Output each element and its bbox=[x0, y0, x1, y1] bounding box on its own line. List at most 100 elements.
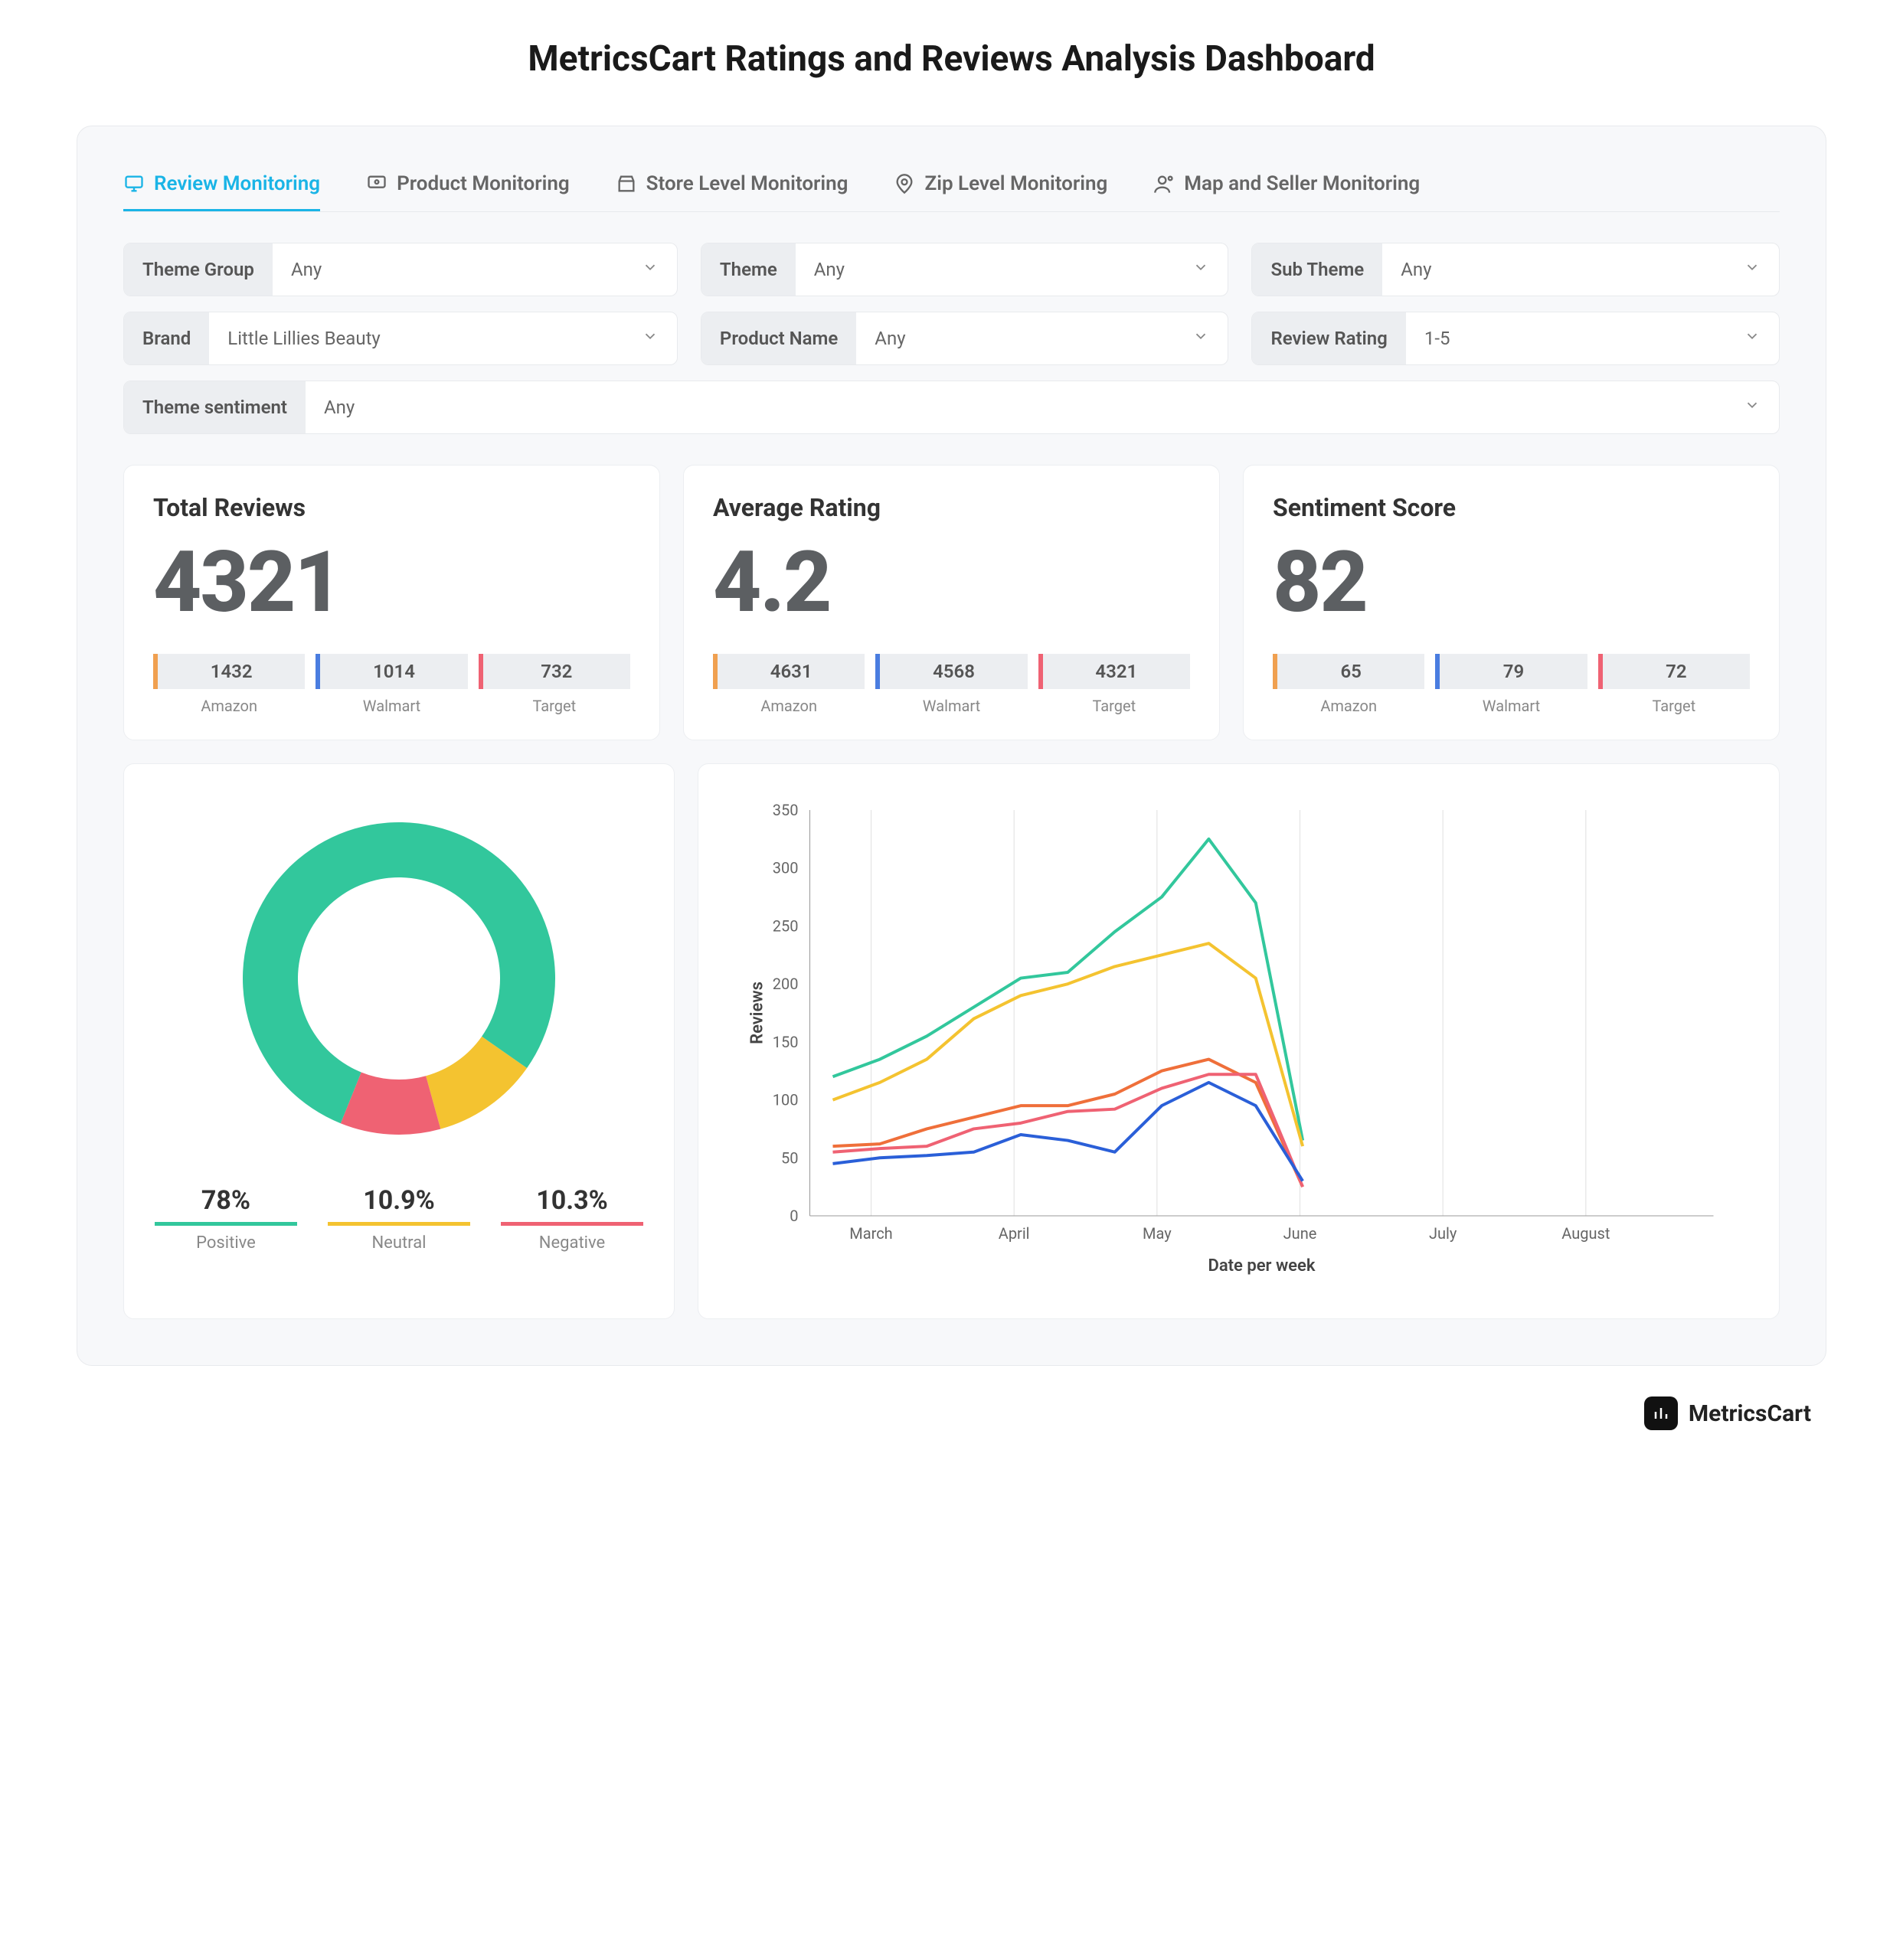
tab-map-seller-monitoring[interactable]: Map and Seller Monitoring bbox=[1153, 165, 1420, 211]
donut-legend-item-negative: 10.3% Negative bbox=[501, 1185, 643, 1253]
filter-value-text: 1-5 bbox=[1424, 328, 1450, 349]
breakdown-value: 79 bbox=[1440, 654, 1587, 689]
filter-value[interactable]: Any bbox=[306, 381, 1779, 433]
kpi-breakdown-item: 4321 Target bbox=[1038, 654, 1190, 715]
chevron-down-icon bbox=[1744, 259, 1761, 280]
filter-value-text: Any bbox=[1401, 259, 1431, 280]
breakdown-value: 4321 bbox=[1043, 654, 1190, 689]
filter-value[interactable]: Any bbox=[796, 243, 1228, 296]
filter-value[interactable]: Any bbox=[1382, 243, 1779, 296]
kpi-value: 82 bbox=[1273, 541, 1750, 625]
page-title: MetricsCart Ratings and Reviews Analysis… bbox=[77, 38, 1826, 80]
footer-brand-text: MetricsCart bbox=[1689, 1400, 1811, 1427]
filter-label: Review Rating bbox=[1252, 312, 1405, 364]
filter-theme-sentiment[interactable]: Theme sentiment Any bbox=[123, 381, 1780, 434]
line-chart: 050100150200250300350MarchAprilMayJuneJu… bbox=[729, 795, 1748, 1285]
y-tick-label: 300 bbox=[773, 859, 799, 877]
tab-zip-level-monitoring[interactable]: Zip Level Monitoring bbox=[894, 165, 1107, 211]
legend-label: Neutral bbox=[328, 1233, 470, 1253]
y-tick-label: 350 bbox=[773, 801, 799, 819]
tab-label: Zip Level Monitoring bbox=[924, 172, 1107, 195]
tab-label: Map and Seller Monitoring bbox=[1184, 172, 1420, 195]
filter-label: Theme bbox=[701, 243, 796, 296]
filter-sub-theme[interactable]: Sub Theme Any bbox=[1251, 243, 1780, 296]
tab-product-monitoring[interactable]: Product Monitoring bbox=[366, 165, 570, 211]
tab-review-monitoring[interactable]: Review Monitoring bbox=[123, 165, 320, 211]
x-tick-label: May bbox=[1143, 1224, 1172, 1243]
tab-label: Product Monitoring bbox=[397, 172, 570, 195]
filter-brand[interactable]: Brand Little Lillies Beauty bbox=[123, 312, 678, 365]
breakdown-value: 732 bbox=[483, 654, 630, 689]
kpi-value: 4.2 bbox=[713, 541, 1190, 625]
product-monitoring-icon bbox=[366, 173, 387, 194]
chevron-down-icon bbox=[1192, 259, 1209, 280]
charts-row: 78% Positive10.9% Neutral10.3% Negative … bbox=[123, 763, 1780, 1319]
kpi-breakdown-item: 4631 Amazon bbox=[713, 654, 865, 715]
tab-label: Store Level Monitoring bbox=[646, 172, 849, 195]
breakdown-value: 4631 bbox=[718, 654, 865, 689]
kpi-title: Average Rating bbox=[713, 493, 1190, 522]
breakdown-label: Target bbox=[1598, 697, 1750, 715]
kpi-breakdown: 4631 Amazon 4568 Walmart 4321 Target bbox=[713, 654, 1190, 715]
filter-value-text: Little Lillies Beauty bbox=[227, 328, 381, 349]
line-series-s5 bbox=[833, 1083, 1303, 1181]
filter-theme[interactable]: Theme Any bbox=[701, 243, 1229, 296]
filter-label: Brand bbox=[124, 312, 209, 364]
legend-label: Negative bbox=[501, 1233, 643, 1253]
donut-chart bbox=[215, 795, 583, 1162]
kpi-sentiment-score: Sentiment Score 82 65 Amazon 79 Walmart … bbox=[1243, 465, 1780, 740]
breakdown-value: 1432 bbox=[158, 654, 305, 689]
legend-value: 10.3% bbox=[501, 1185, 643, 1226]
filter-value[interactable]: Any bbox=[856, 312, 1228, 364]
donut-chart-card: 78% Positive 10.9% Neutral 10.3% Negative bbox=[123, 763, 675, 1319]
legend-value: 78% bbox=[155, 1185, 297, 1226]
map-seller-icon bbox=[1153, 173, 1175, 194]
kpi-breakdown-item: 1014 Walmart bbox=[316, 654, 467, 715]
tab-store-level-monitoring[interactable]: Store Level Monitoring bbox=[616, 165, 849, 211]
legend-value: 10.9% bbox=[328, 1185, 470, 1226]
kpi-title: Sentiment Score bbox=[1273, 493, 1750, 522]
kpi-row: Total Reviews 4321 1432 Amazon 1014 Walm… bbox=[123, 465, 1780, 740]
line-series-s4 bbox=[833, 1074, 1303, 1187]
x-tick-label: March bbox=[849, 1224, 892, 1243]
store-monitoring-icon bbox=[616, 173, 637, 194]
breakdown-label: Amazon bbox=[1273, 697, 1424, 715]
zip-monitoring-icon bbox=[894, 173, 915, 194]
metricscart-logo-icon bbox=[1644, 1396, 1678, 1430]
chevron-down-icon bbox=[642, 328, 659, 349]
kpi-breakdown-item: 732 Target bbox=[479, 654, 630, 715]
kpi-breakdown-item: 79 Walmart bbox=[1435, 654, 1587, 715]
filter-value[interactable]: 1-5 bbox=[1406, 312, 1779, 364]
breakdown-value: 1014 bbox=[320, 654, 467, 689]
kpi-total-reviews: Total Reviews 4321 1432 Amazon 1014 Walm… bbox=[123, 465, 660, 740]
x-tick-label: August bbox=[1561, 1224, 1610, 1243]
chevron-down-icon bbox=[1744, 328, 1761, 349]
filter-value[interactable]: Little Lillies Beauty bbox=[209, 312, 677, 364]
breakdown-label: Walmart bbox=[316, 697, 467, 715]
y-axis-label: Reviews bbox=[748, 982, 767, 1044]
kpi-breakdown: 65 Amazon 79 Walmart 72 Target bbox=[1273, 654, 1750, 715]
filter-product-name[interactable]: Product Name Any bbox=[701, 312, 1229, 365]
breakdown-value: 72 bbox=[1603, 654, 1750, 689]
filter-review-rating[interactable]: Review Rating 1-5 bbox=[1251, 312, 1780, 365]
review-monitoring-icon bbox=[123, 173, 145, 194]
kpi-average-rating: Average Rating 4.2 4631 Amazon 4568 Walm… bbox=[683, 465, 1220, 740]
y-tick-label: 100 bbox=[773, 1091, 799, 1109]
tab-bar: Review Monitoring Product Monitoring Sto… bbox=[123, 165, 1780, 212]
filter-theme-group[interactable]: Theme Group Any bbox=[123, 243, 678, 296]
x-axis-label: Date per week bbox=[1208, 1256, 1316, 1276]
filter-value[interactable]: Any bbox=[273, 243, 677, 296]
kpi-title: Total Reviews bbox=[153, 493, 630, 522]
dashboard-panel: Review Monitoring Product Monitoring Sto… bbox=[77, 126, 1826, 1366]
legend-label: Positive bbox=[155, 1233, 297, 1253]
filter-value-text: Any bbox=[291, 259, 322, 280]
filter-value-text: Any bbox=[875, 328, 905, 349]
x-tick-label: July bbox=[1429, 1224, 1457, 1243]
filters-panel: Theme Group Any Theme Any Sub Theme bbox=[123, 243, 1780, 434]
breakdown-label: Target bbox=[1038, 697, 1190, 715]
filter-label: Theme sentiment bbox=[124, 381, 306, 433]
footer-brand: MetricsCart bbox=[77, 1396, 1826, 1430]
breakdown-label: Walmart bbox=[875, 697, 1027, 715]
kpi-breakdown-item: 4568 Walmart bbox=[875, 654, 1027, 715]
y-tick-label: 150 bbox=[773, 1033, 799, 1051]
